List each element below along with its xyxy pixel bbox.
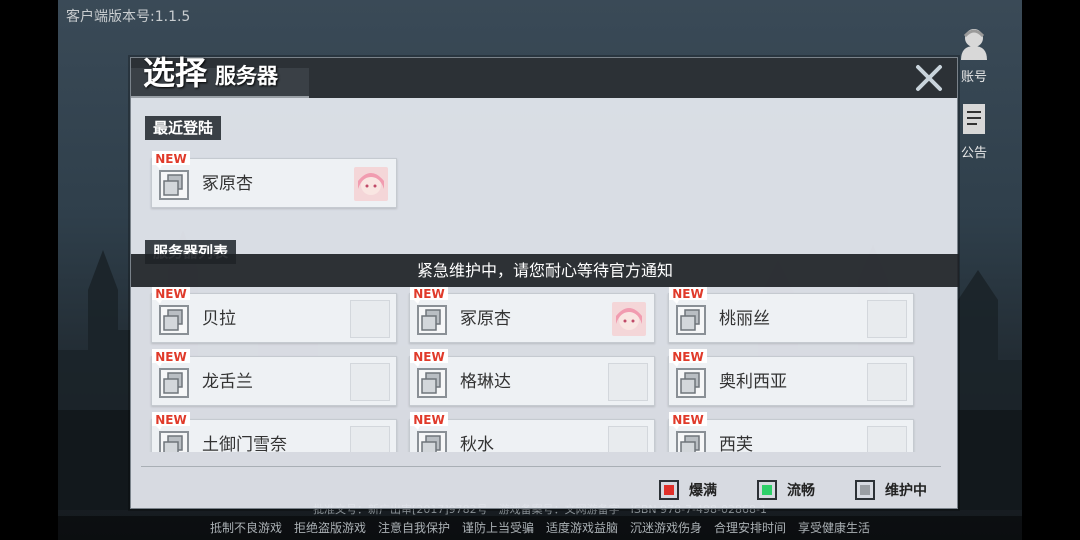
recent-server-card[interactable]: NEW 冢原杏 [151, 151, 397, 208]
new-badge-icon: NEW [152, 287, 190, 304]
new-badge-icon: NEW [410, 287, 448, 304]
server-name: 桃丽丝 [719, 309, 770, 329]
server-icon [676, 368, 706, 398]
left-letterbox [0, 0, 58, 540]
notice-label: 公告 [960, 146, 987, 161]
avatar-slot [608, 426, 648, 452]
server-card[interactable]: NEW 龙舌兰 [151, 349, 397, 406]
server-card[interactable]: NEW 贝拉 [151, 287, 397, 343]
server-card[interactable]: NEW 冢原杏 [409, 287, 655, 343]
title-main: 选择 [143, 54, 208, 92]
new-badge-icon: NEW [669, 287, 707, 304]
server-card[interactable]: NEW 秋水 [409, 412, 655, 452]
avatar-slot [350, 300, 390, 338]
svg-text:NEW: NEW [413, 287, 444, 301]
recent-login-label: 最近登陆 [145, 116, 222, 140]
server-icon [417, 431, 447, 452]
svg-text:NEW: NEW [672, 287, 703, 301]
svg-text:NEW: NEW [413, 350, 444, 364]
server-icon [676, 431, 706, 452]
avatar-slot [867, 300, 907, 338]
legend-smooth-label: 流畅 [787, 483, 815, 499]
status-smooth-icon [757, 480, 777, 500]
server-icon [159, 170, 189, 200]
maintenance-banner: 紧急维护中，请您耐心等待官方通知 [131, 254, 959, 287]
legend-maintenance: 维护中 [855, 478, 927, 502]
avatar-slot [867, 426, 907, 452]
server-name: 西芙 [719, 435, 753, 452]
svg-text:NEW: NEW [155, 350, 186, 364]
server-name: 冢原杏 [460, 309, 511, 329]
server-icon [417, 305, 447, 335]
avatar-slot [350, 363, 390, 401]
character-avatar-icon [354, 167, 388, 201]
character-avatar-icon [612, 302, 646, 336]
status-maintenance-icon [855, 480, 875, 500]
server-list[interactable]: NEW 贝拉 NEW 冢原杏 NEW 桃丽丝 NEW 龙舌兰 NEW 格琳达 N… [131, 287, 959, 452]
server-icon [159, 305, 189, 335]
server-name: 奥利西亚 [719, 372, 787, 392]
svg-text:NEW: NEW [672, 413, 703, 427]
new-badge-icon: NEW [152, 151, 190, 169]
server-card[interactable]: NEW 奥利西亚 [668, 349, 914, 406]
new-badge-icon: NEW [152, 349, 190, 367]
svg-text:NEW: NEW [413, 413, 444, 427]
server-icon [676, 305, 706, 335]
server-card[interactable]: NEW 土御门雪奈 [151, 412, 397, 452]
avatar-slot [350, 426, 390, 452]
status-full-icon [659, 480, 679, 500]
health-notice: 抵制不良游戏 拒绝盗版游戏 注意自我保护 谨防上当受骗 适度游戏益脑 沉迷游戏伤… [58, 516, 1022, 540]
server-name: 格琳达 [460, 372, 511, 392]
client-version: 客户端版本号:1.1.5 [66, 9, 191, 25]
notice-icon [963, 104, 985, 134]
new-badge-icon: NEW [410, 412, 448, 430]
legend-smooth: 流畅 [757, 478, 815, 502]
svg-text:NEW: NEW [672, 350, 703, 364]
legend-divider [141, 466, 941, 467]
avatar-slot [867, 363, 907, 401]
new-badge-icon: NEW [410, 349, 448, 367]
account-icon [961, 29, 987, 60]
title-sub: 服务器 [215, 64, 278, 88]
svg-text:NEW: NEW [155, 287, 186, 301]
server-name: 冢原杏 [202, 174, 253, 194]
server-name: 龙舌兰 [202, 372, 253, 392]
new-badge-icon: NEW [669, 412, 707, 430]
avatar-slot [608, 363, 648, 401]
server-card[interactable]: NEW 西芙 [668, 412, 914, 452]
server-name: 秋水 [460, 435, 494, 452]
server-name: 土御门雪奈 [202, 435, 287, 452]
notice-button[interactable]: 公告 [954, 102, 994, 161]
svg-text:NEW: NEW [155, 413, 186, 427]
server-icon [417, 368, 447, 398]
dialog-header: 选择 服务器 [131, 54, 957, 98]
legend-full: 爆满 [659, 478, 717, 502]
server-icon [159, 368, 189, 398]
server-name: 贝拉 [202, 309, 236, 329]
account-button[interactable]: 账号 [954, 26, 994, 85]
server-card[interactable]: NEW 桃丽丝 [668, 287, 914, 343]
right-letterbox [1022, 0, 1080, 540]
close-icon[interactable] [913, 62, 945, 94]
server-icon [159, 431, 189, 452]
new-badge-icon: NEW [669, 349, 707, 367]
server-card[interactable]: NEW 格琳达 [409, 349, 655, 406]
svg-text:NEW: NEW [155, 152, 186, 166]
legend-maintenance-label: 维护中 [885, 483, 927, 499]
legend-full-label: 爆满 [689, 483, 717, 499]
server-select-dialog: 选择 服务器 最近登陆 NEW 冢原杏 服务器列表 NEW 贝拉 NEW 冢原杏… [130, 54, 959, 509]
new-badge-icon: NEW [152, 412, 190, 430]
account-label: 账号 [960, 70, 987, 85]
